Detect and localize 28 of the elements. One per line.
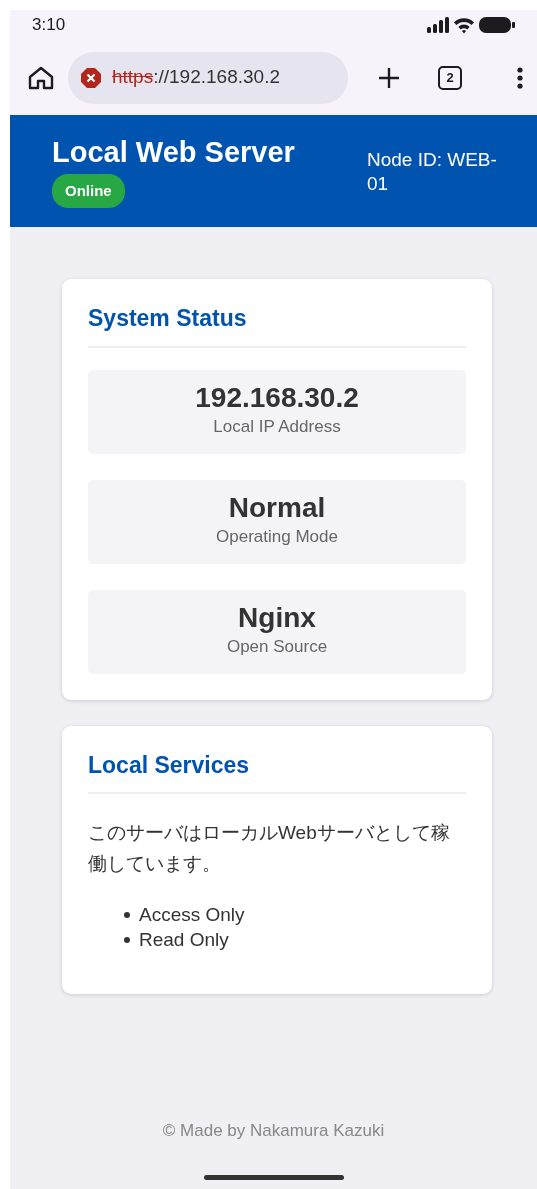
stat-value: 192.168.30.2	[195, 383, 359, 415]
card-title: System Status	[88, 305, 466, 348]
stat-value: Normal	[228, 493, 326, 525]
footer-text: © Made by Nakamura Kazuki	[161, 1119, 386, 1142]
list-item: Read Only	[139, 927, 229, 952]
card-title: Local Services	[88, 751, 466, 795]
description: このサーバはローカルWebサーバとして稼働しています。	[88, 821, 451, 876]
signal-icon	[427, 17, 449, 33]
bullet-icon	[124, 937, 130, 943]
status-badge: Online	[52, 173, 125, 209]
home-icon[interactable]	[28, 65, 54, 90]
tab-count[interactable]: 2	[438, 65, 462, 90]
stat-label: Local IP Address	[213, 416, 341, 439]
site-title: Local Web Server	[52, 135, 295, 170]
stat-value: Nginx	[238, 603, 316, 635]
warning-icon[interactable]	[80, 66, 102, 89]
plus-icon[interactable]	[378, 66, 400, 89]
wifi-icon	[453, 16, 475, 34]
url-text[interactable]: https://192.168.30.2	[112, 63, 280, 92]
bullet-icon	[124, 912, 130, 919]
clock: 3:10	[32, 14, 66, 37]
list-item: Access Only	[139, 902, 245, 927]
stat-label: Operating Mode	[216, 526, 338, 549]
stat-label: Open Source	[226, 636, 328, 659]
node-id: Node ID: WEB-01	[367, 148, 498, 196]
battery-icon	[479, 17, 515, 33]
address-bar[interactable]: https://192.168.30.2	[68, 51, 348, 104]
menu-icon[interactable]	[517, 66, 523, 89]
